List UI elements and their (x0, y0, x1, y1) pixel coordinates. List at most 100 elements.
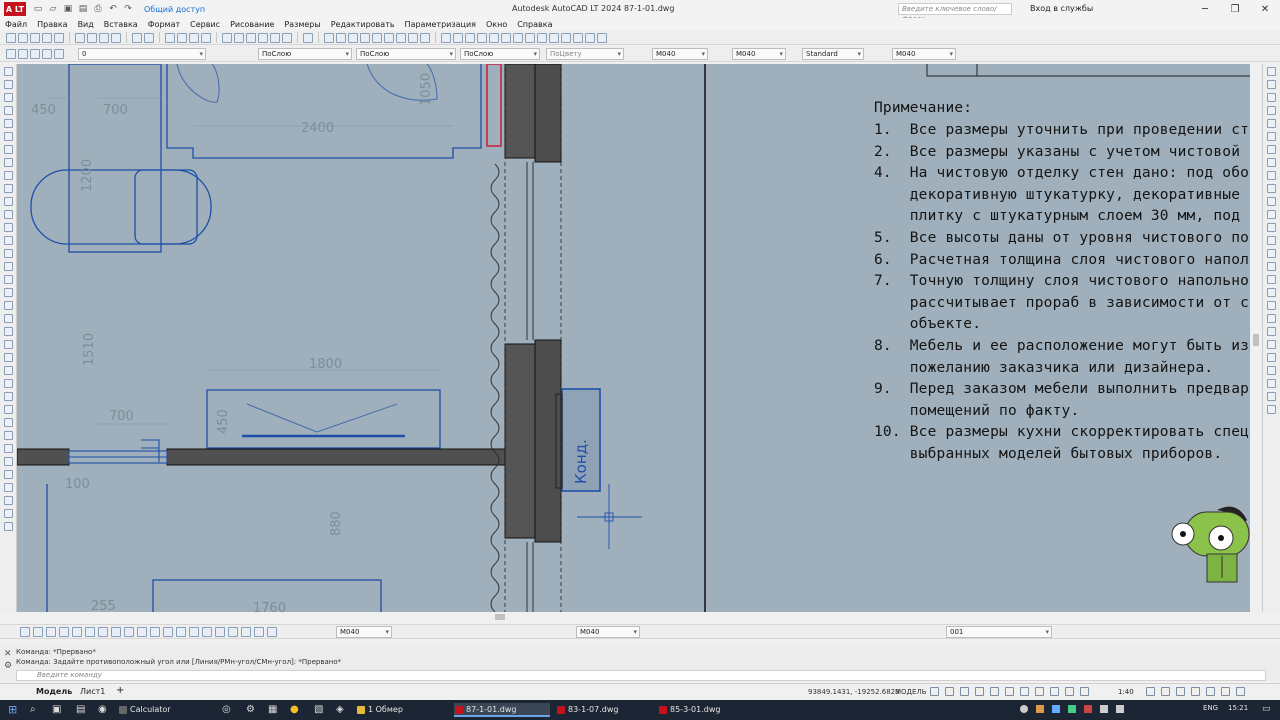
copy-icon[interactable] (87, 32, 97, 43)
dim-diameter-icon[interactable] (98, 627, 108, 637)
undo-icon[interactable]: ↶ (107, 3, 119, 15)
layer-previous-icon[interactable] (348, 32, 358, 43)
taskbar-autocad-87[interactable]: 87-1-01.dwg (454, 703, 550, 717)
dim-linear-icon[interactable] (1267, 275, 1276, 284)
lineweight-select[interactable]: ПоСлою (460, 48, 540, 60)
offset-icon[interactable] (1267, 106, 1276, 115)
taskbar-autocad-83[interactable]: 83-1-07.dwg (556, 703, 652, 717)
app-icon[interactable]: ▦ (268, 704, 277, 715)
linetype-select[interactable]: ПоСлою (356, 48, 456, 60)
print-icon[interactable] (42, 32, 52, 43)
menu-help[interactable]: Справка (517, 20, 552, 29)
dim-continue-icon[interactable] (150, 627, 160, 637)
spline-icon[interactable] (3, 171, 13, 180)
layer-state-icon[interactable] (336, 32, 346, 43)
new-icon[interactable] (6, 32, 16, 43)
quick-dim-icon[interactable] (124, 627, 134, 637)
tool-palettes-icon[interactable] (246, 32, 256, 43)
plotstyle-select[interactable]: ПоЦвету (546, 48, 624, 60)
open-icon[interactable] (18, 32, 28, 43)
open-icon[interactable]: ▱ (47, 3, 59, 15)
make-block-icon[interactable] (3, 223, 13, 232)
construction-line-icon[interactable] (3, 80, 13, 89)
notifications-icon[interactable]: ▭ (1262, 704, 1271, 714)
vertical-scrollbar[interactable] (1250, 64, 1262, 612)
gradient-icon[interactable] (3, 262, 13, 271)
lock-icon[interactable] (42, 48, 52, 59)
arc-icon[interactable] (3, 132, 13, 141)
taskbar-folder[interactable]: 1 Обмер (356, 703, 448, 717)
transparency-icon[interactable] (1050, 687, 1059, 696)
annotation-icon[interactable] (1080, 687, 1089, 696)
table-icon[interactable] (396, 32, 406, 43)
rotate-icon[interactable] (3, 405, 13, 414)
dim-arc-icon[interactable] (46, 627, 56, 637)
sheet-set-icon[interactable] (258, 32, 268, 43)
dim-text-edit-icon[interactable] (254, 627, 264, 637)
cut-icon[interactable] (75, 32, 85, 43)
hardware-accel-icon[interactable] (1206, 687, 1215, 696)
dim-aligned-icon[interactable] (1267, 288, 1276, 297)
spline-icon[interactable] (573, 32, 583, 43)
file-explorer-icon[interactable]: ▤ (76, 704, 85, 715)
polar-icon[interactable] (975, 687, 984, 696)
tray-icon[interactable] (1068, 705, 1076, 713)
dim-update-icon[interactable] (1267, 405, 1276, 414)
scale-icon[interactable] (1267, 158, 1276, 167)
task-view-icon[interactable]: ▣ (52, 704, 61, 715)
menu-dimension[interactable]: Размеры (284, 20, 320, 29)
center-mark-icon[interactable] (1267, 379, 1276, 388)
hatch-icon[interactable] (3, 249, 13, 258)
match-properties-icon[interactable] (111, 32, 121, 43)
offset-icon[interactable] (3, 366, 13, 375)
dim-linear-icon[interactable] (20, 627, 30, 637)
dim-angular-icon[interactable] (111, 627, 121, 637)
hatch-icon[interactable] (384, 32, 394, 43)
mtext-icon[interactable] (3, 301, 13, 310)
app-icon[interactable]: ◈ (336, 704, 344, 715)
search-icon[interactable]: ⌕ (30, 704, 36, 715)
leader-icon[interactable] (1267, 353, 1276, 362)
dim-diameter-icon[interactable] (1267, 327, 1276, 336)
erase-icon[interactable] (1267, 67, 1276, 76)
tab-model[interactable]: Модель (30, 687, 78, 696)
tray-icon[interactable] (1052, 705, 1060, 713)
drawing-canvas[interactable]: 450 700 2400 1050 1200 1510 1800 700 450… (17, 64, 1250, 612)
zoom-icon[interactable] (177, 32, 187, 43)
scale-icon[interactable] (3, 418, 13, 427)
join-icon[interactable] (1267, 223, 1276, 232)
erase-icon[interactable] (3, 327, 13, 336)
grid-icon[interactable] (930, 687, 939, 696)
properties-icon[interactable] (222, 32, 232, 43)
share-button[interactable]: Общий доступ (144, 5, 205, 14)
menu-draw[interactable]: Рисование (230, 20, 274, 29)
dim-space-icon[interactable] (163, 627, 173, 637)
zoom-previous-icon[interactable] (201, 32, 211, 43)
move-icon[interactable] (1267, 132, 1276, 141)
line-icon[interactable] (3, 67, 13, 76)
save-icon[interactable] (30, 32, 40, 43)
pan-icon[interactable] (165, 32, 175, 43)
selection-cycling-icon[interactable] (1065, 687, 1074, 696)
fillet-icon[interactable] (3, 509, 13, 518)
dim-radius-icon[interactable] (1267, 314, 1276, 323)
dim-arc-icon[interactable] (1267, 301, 1276, 310)
toolbar-textstyle-select[interactable]: M040 (576, 626, 640, 638)
wifi-icon[interactable] (1100, 705, 1108, 713)
object-snap-icon[interactable] (1005, 687, 1014, 696)
app-icon[interactable]: ● (290, 704, 299, 715)
app-icon[interactable]: ▧ (314, 704, 323, 715)
dim-angular-icon[interactable] (1267, 340, 1276, 349)
region-icon[interactable] (3, 275, 13, 284)
minimize-icon[interactable]: ─ (1190, 0, 1220, 18)
isolate-icon[interactable] (1191, 687, 1200, 696)
signin-button[interactable]: Вход в службы (1030, 4, 1093, 13)
clean-screen-icon[interactable] (1221, 687, 1230, 696)
lineweight-icon[interactable] (1035, 687, 1044, 696)
dim-baseline-icon[interactable] (137, 627, 147, 637)
help-icon[interactable] (303, 32, 313, 43)
menu-parametric[interactable]: Параметризация (405, 20, 476, 29)
tray-icon[interactable] (1084, 705, 1092, 713)
layer-icon[interactable] (324, 32, 334, 43)
array-icon[interactable] (1267, 119, 1276, 128)
